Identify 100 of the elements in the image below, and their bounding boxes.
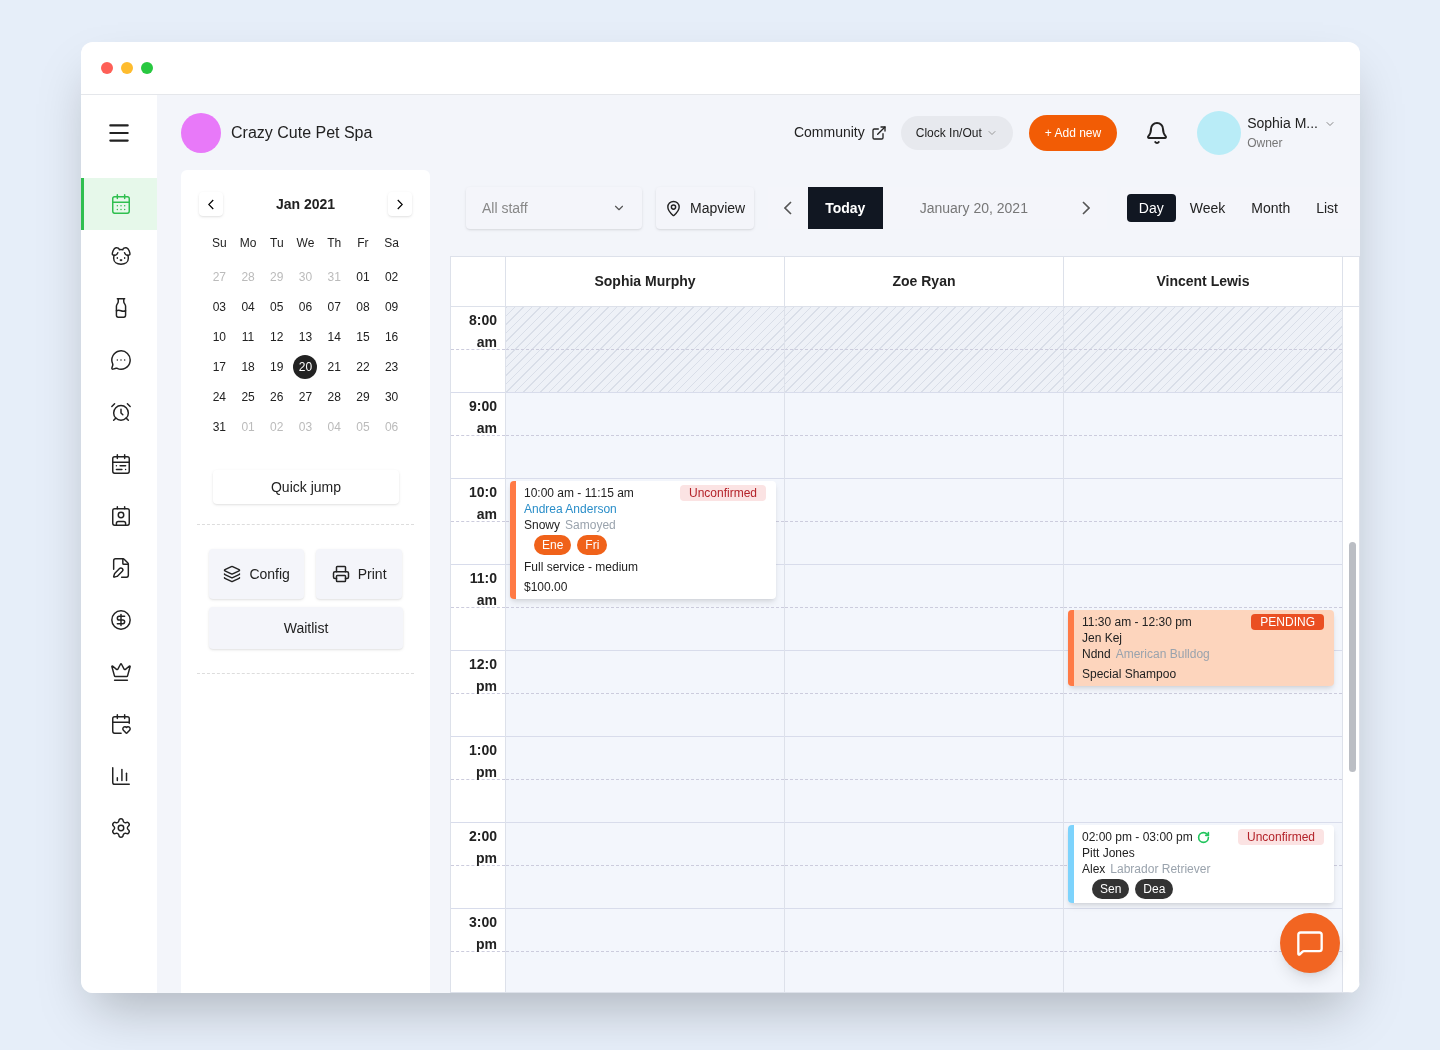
status-badge: PENDING	[1251, 614, 1324, 630]
calendar-day[interactable]: 19	[264, 355, 289, 379]
print-button[interactable]: Print	[316, 549, 402, 599]
hour-label: 12:0	[468, 655, 497, 674]
calendar-day[interactable]: 02	[379, 265, 404, 289]
calendar-day[interactable]: 22	[350, 355, 375, 379]
hour-label: 9:00	[468, 397, 497, 416]
scrollbar[interactable]	[1349, 542, 1356, 772]
weekday-label: Fr	[356, 235, 370, 252]
pet-name: Alex	[1082, 861, 1106, 877]
calendar-day[interactable]: 20	[293, 355, 318, 379]
hour-label: 11:0	[469, 569, 497, 588]
user-name[interactable]: Sophia M...	[1247, 113, 1318, 134]
calendar-day[interactable]: 17	[207, 355, 232, 379]
calendar-day[interactable]: 01	[350, 265, 375, 289]
weekday-label: Sa	[383, 235, 400, 252]
print-icon	[331, 565, 350, 583]
calendar-day[interactable]: 08	[350, 295, 375, 319]
mapview-button[interactable]: Mapview	[656, 187, 754, 229]
calendar-day[interactable]: 23	[379, 355, 404, 379]
calendar-day[interactable]: 31	[207, 415, 232, 439]
calendar-day[interactable]: 11	[236, 325, 261, 349]
calendar-day[interactable]: 26	[264, 385, 289, 409]
pet-tag: Sen	[1092, 879, 1130, 899]
calendar-day[interactable]: 14	[322, 325, 347, 349]
weekday-label: Mo	[238, 235, 258, 252]
chat-bubble-icon	[109, 349, 132, 371]
period-label: pm	[476, 935, 497, 954]
period-label: am	[476, 419, 497, 438]
calendar-day[interactable]: 13	[293, 325, 318, 349]
view-tab[interactable]: Week	[1177, 194, 1238, 222]
weekday-label: Th	[326, 235, 343, 252]
period-label: pm	[476, 763, 497, 782]
waitlist-button[interactable]: Waitlist	[209, 607, 403, 649]
calendar-day[interactable]: 05	[264, 295, 289, 319]
view-tab[interactable]: List	[1304, 194, 1350, 222]
calendar-day[interactable]: 03	[207, 295, 232, 319]
hour-label: 10:0	[468, 483, 497, 502]
crown-icon	[109, 661, 132, 683]
previous-month-button[interactable]	[199, 192, 223, 216]
notification-bell-icon[interactable]	[1145, 120, 1170, 145]
dog-icon	[109, 245, 132, 267]
period-label: am	[476, 333, 497, 352]
status-badge: Unconfirmed	[679, 485, 766, 501]
appointment-card[interactable]: 02:00 pm - 03:00 pm Unconfirmed Pitt Jones Alex Labrador Retriever Sen Dea	[1068, 825, 1334, 903]
calendar-day[interactable]: 29	[350, 385, 375, 409]
calendar-day[interactable]: 10	[207, 325, 232, 349]
calendar-day[interactable]: 15	[350, 325, 375, 349]
staff-column-header: Vincent Lewis	[1064, 257, 1343, 306]
id-card-icon	[109, 505, 132, 527]
calendar-day[interactable]: 24	[207, 385, 232, 409]
period-label: pm	[476, 677, 497, 696]
quick-jump-button[interactable]: Quick jump	[213, 470, 399, 504]
appointment-card[interactable]: 11:30 am - 12:30 pm PENDING Jen Kej Ndnd American Bulldog Special Shampoo	[1068, 610, 1334, 686]
calendar-day[interactable]: 27	[293, 385, 318, 409]
close-window-button[interactable]	[101, 62, 113, 74]
client-name[interactable]: Andrea Anderson	[524, 501, 766, 517]
view-tab[interactable]: Day	[1126, 194, 1176, 222]
calendar-day[interactable]: 07	[322, 295, 347, 319]
calendar-heart-icon	[109, 713, 132, 735]
chevron-right-icon	[1081, 201, 1090, 215]
chevron-right-icon	[397, 198, 403, 210]
calendar-icon	[109, 453, 132, 475]
config-button[interactable]: Config	[209, 549, 305, 599]
calendar-day[interactable]: 21	[322, 355, 347, 379]
staff-column-header: Sophia Murphy	[506, 257, 785, 306]
calendar-day[interactable]: 18	[236, 355, 261, 379]
pet-breed: Samoyed	[565, 517, 616, 533]
hour-label: 2:00	[468, 827, 497, 846]
clock-in-out-button[interactable]: Clock In/Out	[900, 115, 1013, 150]
calendar-day[interactable]: 30	[379, 385, 404, 409]
weekday-label: Tu	[269, 235, 285, 252]
pet-name: Ndnd	[1082, 646, 1111, 662]
pet-breed: American Bulldog	[1115, 646, 1210, 662]
appointment-time: 02:00 pm - 03:00 pm	[1082, 829, 1193, 845]
today-button[interactable]: Today	[807, 187, 883, 229]
client-name: Jen Kej	[1082, 630, 1124, 646]
layers-icon	[223, 565, 242, 583]
hour-label: 8:00	[468, 311, 497, 330]
appointment-card[interactable]: 10:00 am - 11:15 am Unconfirmed Andrea Anderson Snowy Samoyed Ene Fri Full service - medium $100.00	[510, 481, 776, 599]
business-name: Crazy Cute Pet Spa	[231, 122, 373, 143]
chat-icon	[1296, 929, 1324, 957]
pet-tag: Dea	[1135, 879, 1174, 899]
pet-name: Snowy	[524, 517, 561, 533]
calendar-day[interactable]: 06	[293, 295, 318, 319]
staff-column-header: Zoe Ryan	[785, 257, 1064, 306]
view-tab[interactable]: Month	[1239, 194, 1303, 222]
calendar-day[interactable]: 09	[379, 295, 404, 319]
service-text: Full service - medium	[524, 559, 640, 575]
service-text: $100.00	[524, 579, 569, 595]
calendar-day[interactable]: 12	[264, 325, 289, 349]
calendar-day[interactable]: 04	[236, 295, 261, 319]
chevron-left-icon	[208, 198, 214, 210]
calendar-day[interactable]: 16	[379, 325, 404, 349]
user-role: Owner	[1247, 135, 1284, 152]
next-month-button[interactable]	[388, 192, 412, 216]
community-link[interactable]: Community	[793, 122, 887, 143]
business-logo	[181, 112, 221, 153]
calendar-day[interactable]: 28	[322, 385, 347, 409]
calendar-day[interactable]: 25	[236, 385, 261, 409]
